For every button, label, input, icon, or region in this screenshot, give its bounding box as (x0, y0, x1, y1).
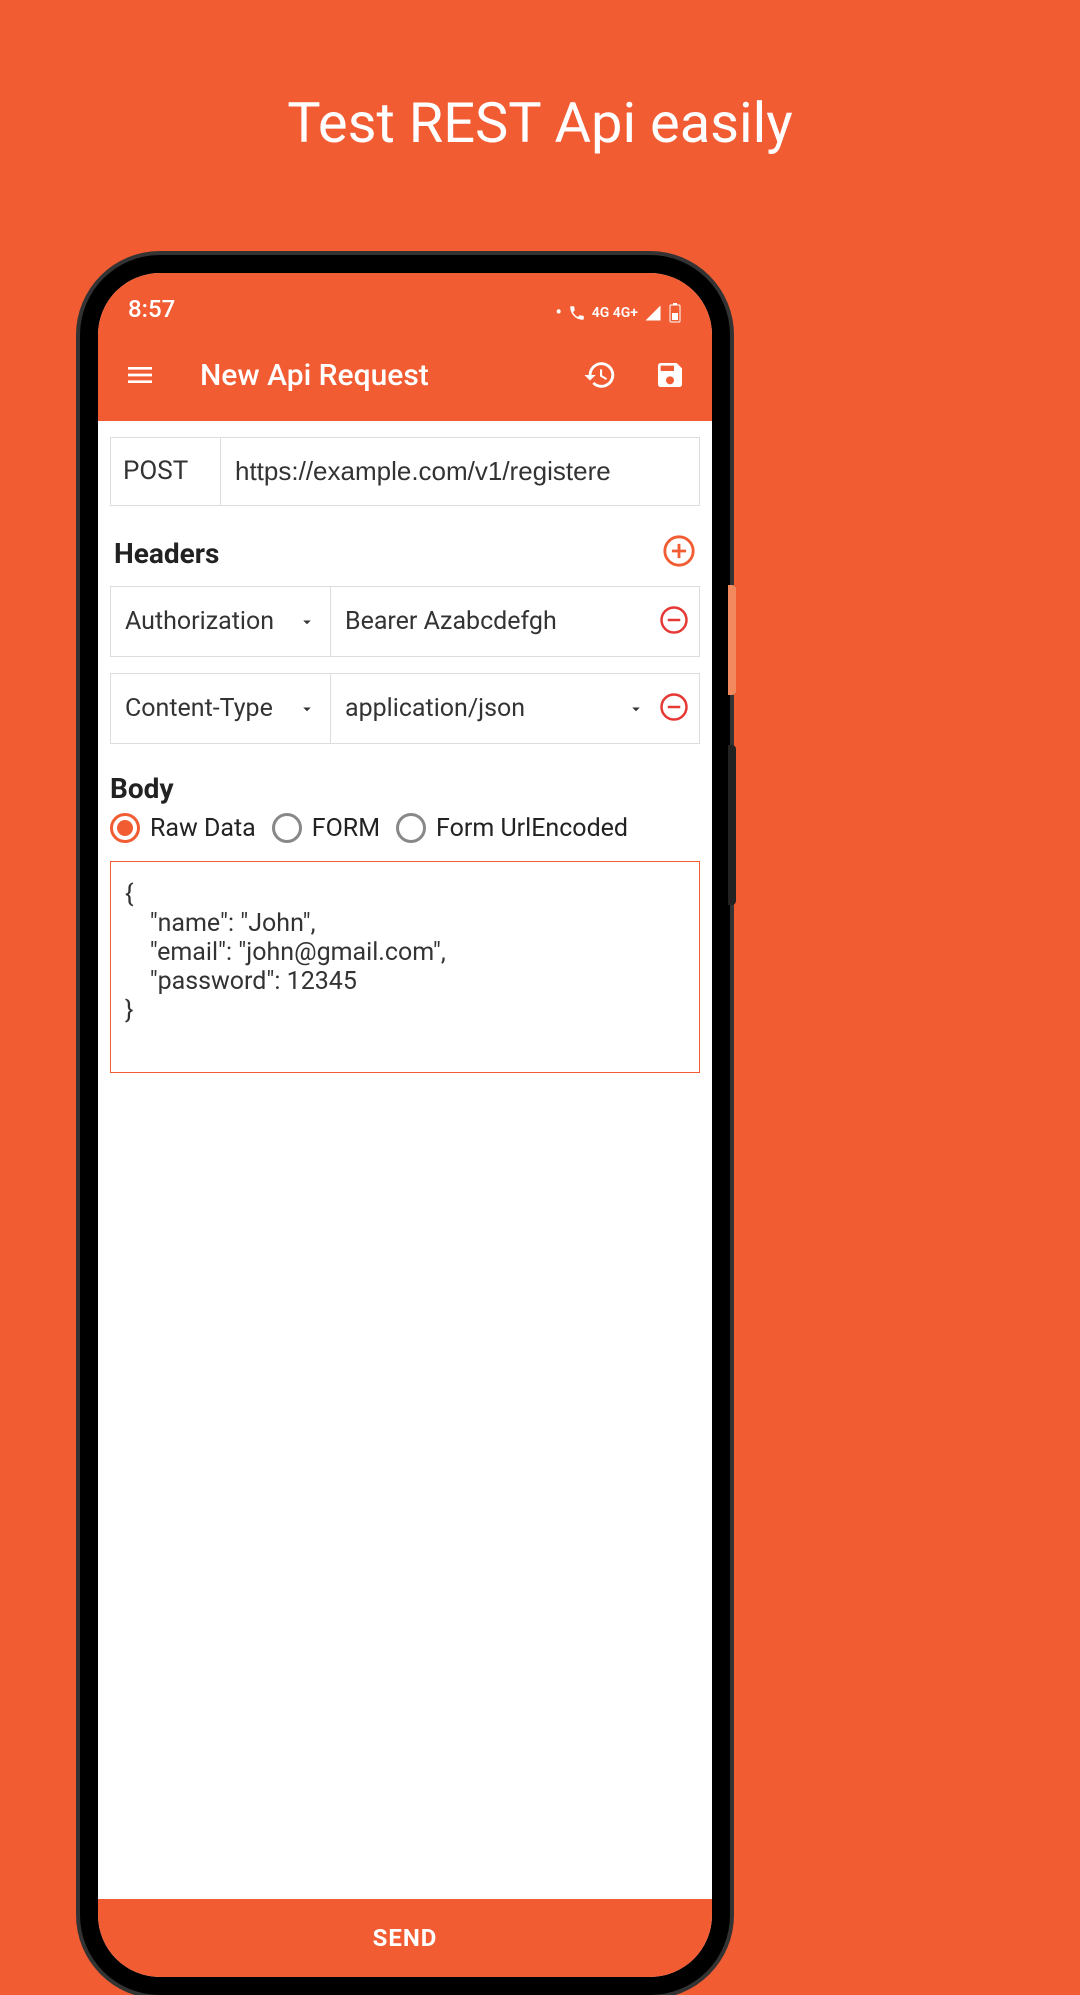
phone-frame: 8:57 • 4G 4G+ New Api Request (80, 255, 730, 1995)
chevron-down-icon (298, 700, 316, 718)
battery-icon (668, 303, 682, 323)
body-type-radios: Raw Data FORM Form UrlEncoded (110, 805, 700, 861)
status-dot-icon: • (555, 302, 561, 323)
phone-side-button-2 (728, 745, 736, 905)
status-bar: 8:57 • 4G 4G+ (98, 273, 712, 329)
phone-side-button-1 (728, 585, 736, 695)
remove-header-button[interactable] (659, 605, 689, 639)
headers-section-row: Headers (110, 534, 700, 586)
plus-circle-icon (662, 534, 696, 568)
radio-form[interactable]: FORM (272, 813, 380, 843)
history-button[interactable] (580, 355, 620, 395)
page-title: New Api Request (200, 358, 550, 393)
content-area: POST Headers Authorization Bearer Azabcde… (98, 421, 712, 1899)
request-line: POST (110, 437, 700, 506)
radio-form-urlencoded[interactable]: Form UrlEncoded (396, 813, 628, 843)
header-value-text: application/json (345, 694, 525, 723)
header-key-text: Authorization (125, 607, 274, 636)
radio-label: FORM (312, 814, 380, 843)
header-row: Authorization Bearer Azabcdefgh (110, 586, 700, 657)
status-time: 8:57 (128, 295, 175, 323)
radio-circle-icon (110, 813, 140, 843)
app-bar: New Api Request (98, 329, 712, 421)
minus-circle-icon (659, 692, 689, 722)
send-button[interactable]: SEND (98, 1899, 712, 1977)
menu-button[interactable] (120, 355, 160, 395)
radio-label: Form UrlEncoded (436, 814, 628, 843)
url-input[interactable] (221, 438, 699, 505)
body-label: Body (110, 772, 700, 805)
header-key-select[interactable]: Authorization (111, 587, 331, 656)
minus-circle-icon (659, 605, 689, 635)
header-key-text: Content-Type (125, 694, 273, 723)
status-icons: • 4G 4G+ (555, 302, 682, 323)
phone-icon (568, 304, 586, 322)
radio-circle-icon (272, 813, 302, 843)
chevron-down-icon (627, 700, 645, 718)
body-section: Body Raw Data FORM Form UrlEncoded (110, 760, 700, 1077)
hamburger-icon (124, 359, 156, 391)
method-select[interactable]: POST (111, 438, 221, 505)
body-textarea[interactable] (110, 861, 700, 1073)
header-value-input[interactable]: application/json (331, 674, 659, 743)
header-value-input[interactable]: Bearer Azabcdefgh (331, 587, 659, 656)
header-key-select[interactable]: Content-Type (111, 674, 331, 743)
header-value-text: Bearer Azabcdefgh (345, 607, 557, 636)
radio-label: Raw Data (150, 814, 256, 843)
signal-icon (644, 304, 662, 322)
chevron-down-icon (298, 613, 316, 631)
radio-circle-icon (396, 813, 426, 843)
save-icon (654, 359, 686, 391)
header-row: Content-Type application/json (110, 673, 700, 744)
phone-screen: 8:57 • 4G 4G+ New Api Request (98, 273, 712, 1977)
headers-label: Headers (114, 537, 219, 570)
add-header-button[interactable] (662, 534, 696, 572)
remove-header-button[interactable] (659, 692, 689, 726)
status-4g-label: 4G 4G+ (592, 305, 638, 321)
history-icon (583, 358, 617, 392)
radio-raw-data[interactable]: Raw Data (110, 813, 256, 843)
save-button[interactable] (650, 355, 690, 395)
promo-title: Test REST Api easily (0, 0, 1080, 156)
